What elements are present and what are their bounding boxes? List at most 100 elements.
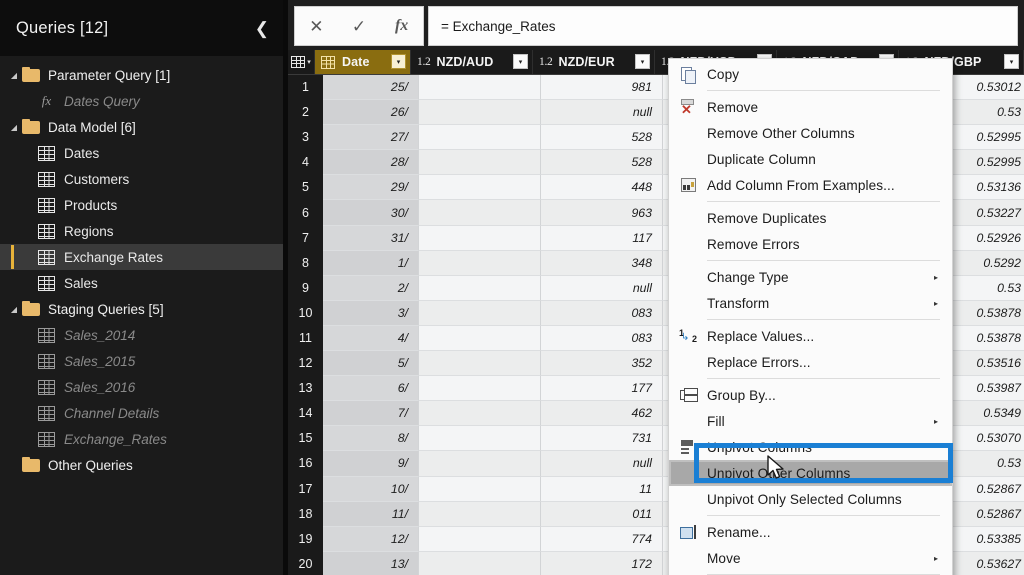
cell-aud[interactable] [419,476,541,502]
cell-date[interactable]: 11/ [323,501,419,527]
menu-item-group-by[interactable]: Group By... [669,382,952,408]
menu-item-unpivot-only-selected-columns[interactable]: Unpivot Only Selected Columns [669,486,952,512]
sidebar-item-sales-2016[interactable]: Sales_2016 [0,374,287,400]
cell-date[interactable]: 26/ [323,100,419,126]
column-filter-button[interactable]: ▾ [513,54,528,69]
menu-item-remove-duplicates[interactable]: Remove Duplicates [669,205,952,231]
cell-date[interactable]: 6/ [323,376,419,402]
cell-date[interactable]: 8/ [323,426,419,452]
expand-collapse-icon[interactable]: ◢ [6,305,22,314]
sidebar-item-parameter-query-1[interactable]: ◢ Parameter Query [1] [0,62,287,88]
column-header-nzd-eur[interactable]: 1.2 NZD/EUR ▾ [533,50,655,74]
cell-date[interactable]: 2/ [323,275,419,301]
menu-item-remove[interactable]: Remove [669,94,952,120]
menu-item-rename[interactable]: Rename... [669,519,952,545]
cell-eur[interactable]: 774 [541,526,663,552]
menu-item-remove-other-columns[interactable]: Remove Other Columns [669,120,952,146]
cell-date[interactable]: 10/ [323,476,419,502]
column-filter-button[interactable]: ▾ [1004,54,1019,69]
cell-aud[interactable] [419,551,541,575]
cell-aud[interactable] [419,250,541,276]
cell-aud[interactable] [419,351,541,377]
cell-eur[interactable]: 083 [541,325,663,352]
sidebar-item-regions[interactable]: Regions [0,218,287,244]
column-filter-button[interactable]: ▾ [391,54,406,69]
column-filter-button[interactable]: ▾ [635,54,650,69]
cell-eur[interactable]: 172 [541,551,663,575]
cell-aud[interactable] [419,225,541,251]
sidebar-item-data-model-6[interactable]: ◢ Data Model [6] [0,114,287,140]
sidebar-item-other-queries[interactable]: Other Queries [0,452,287,478]
cell-eur[interactable]: 963 [541,200,663,226]
chevron-left-icon[interactable]: ❮ [251,18,273,39]
cell-eur[interactable]: 11 [541,476,663,502]
menu-item-change-type[interactable]: Change Type ▸ [669,264,952,290]
cell-date[interactable]: 9/ [323,451,419,477]
menu-item-move[interactable]: Move ▸ [669,545,952,571]
sidebar-item-dates[interactable]: Dates [0,140,287,166]
cell-date[interactable]: 7/ [323,401,419,427]
sidebar-item-sales-2014[interactable]: Sales_2014 [0,322,287,348]
sidebar-item-customers[interactable]: Customers [0,166,287,192]
cell-aud[interactable] [419,300,541,326]
cell-aud[interactable] [419,451,541,477]
cell-eur[interactable]: 528 [541,125,663,151]
cell-aud[interactable] [419,125,541,151]
cell-date[interactable]: 29/ [323,175,419,201]
menu-item-copy[interactable]: Copy [669,61,952,87]
cell-eur[interactable]: 011 [541,501,663,527]
cell-eur[interactable]: 528 [541,150,663,176]
cell-date[interactable]: 30/ [323,200,419,226]
cell-aud[interactable] [419,376,541,402]
cell-aud[interactable] [419,100,541,126]
menu-item-unpivot-columns[interactable]: Unpivot Columns [669,434,952,460]
accept-formula-button[interactable]: ✓ [340,18,378,35]
cell-aud[interactable] [419,401,541,427]
cell-date[interactable]: 25/ [323,75,419,101]
cell-eur[interactable]: 352 [541,351,663,377]
formula-input[interactable]: = Exchange_Rates [428,6,1018,46]
sidebar-item-channel-details[interactable]: Channel Details [0,400,287,426]
menu-item-replace-values[interactable]: 1 ↳ 2 Replace Values... [669,323,952,349]
cell-date[interactable]: 13/ [323,551,419,575]
cell-eur[interactable]: null [541,275,663,301]
sidebar-item-sales-2015[interactable]: Sales_2015 [0,348,287,374]
sidebar-item-exchange-rates[interactable]: Exchange Rates [0,244,287,270]
expand-collapse-icon[interactable]: ◢ [6,71,22,80]
menu-item-replace-errors[interactable]: Replace Errors... [669,349,952,375]
cell-date[interactable]: 28/ [323,150,419,176]
expand-collapse-icon[interactable]: ◢ [6,123,22,132]
cell-eur[interactable]: 731 [541,426,663,452]
cell-aud[interactable] [419,175,541,201]
cell-aud[interactable] [419,275,541,301]
cell-eur[interactable]: 177 [541,376,663,402]
cell-eur[interactable]: 462 [541,401,663,427]
cell-date[interactable]: 12/ [323,526,419,552]
cell-aud[interactable] [419,426,541,452]
cell-date[interactable]: 31/ [323,225,419,251]
cell-eur[interactable]: null [541,100,663,126]
select-all-columns-button[interactable]: ▾ [288,50,315,74]
cell-aud[interactable] [419,526,541,552]
cell-date[interactable]: 1/ [323,250,419,276]
menu-item-unpivot-other-columns[interactable]: Unpivot Other Columns [669,460,952,486]
cell-eur[interactable]: 448 [541,175,663,201]
menu-item-remove-errors[interactable]: Remove Errors [669,231,952,257]
menu-item-add-column-from-examples[interactable]: Add Column From Examples... [669,172,952,198]
sidebar-item-staging-queries-5[interactable]: ◢ Staging Queries [5] [0,296,287,322]
cell-eur[interactable]: 117 [541,225,663,251]
cell-date[interactable]: 3/ [323,300,419,326]
cell-eur[interactable]: null [541,451,663,477]
cell-date[interactable]: 5/ [323,351,419,377]
cell-eur[interactable]: 981 [541,75,663,101]
cell-eur[interactable]: 348 [541,250,663,276]
sidebar-item-products[interactable]: Products [0,192,287,218]
cell-aud[interactable] [419,501,541,527]
sidebar-item-dates-query[interactable]: fx Dates Query [0,88,287,114]
cell-date[interactable]: 27/ [323,125,419,151]
cancel-formula-button[interactable]: ✕ [297,18,335,35]
menu-item-transform[interactable]: Transform ▸ [669,290,952,316]
cell-aud[interactable] [419,75,541,101]
cell-aud[interactable] [419,325,541,352]
cell-aud[interactable] [419,150,541,176]
